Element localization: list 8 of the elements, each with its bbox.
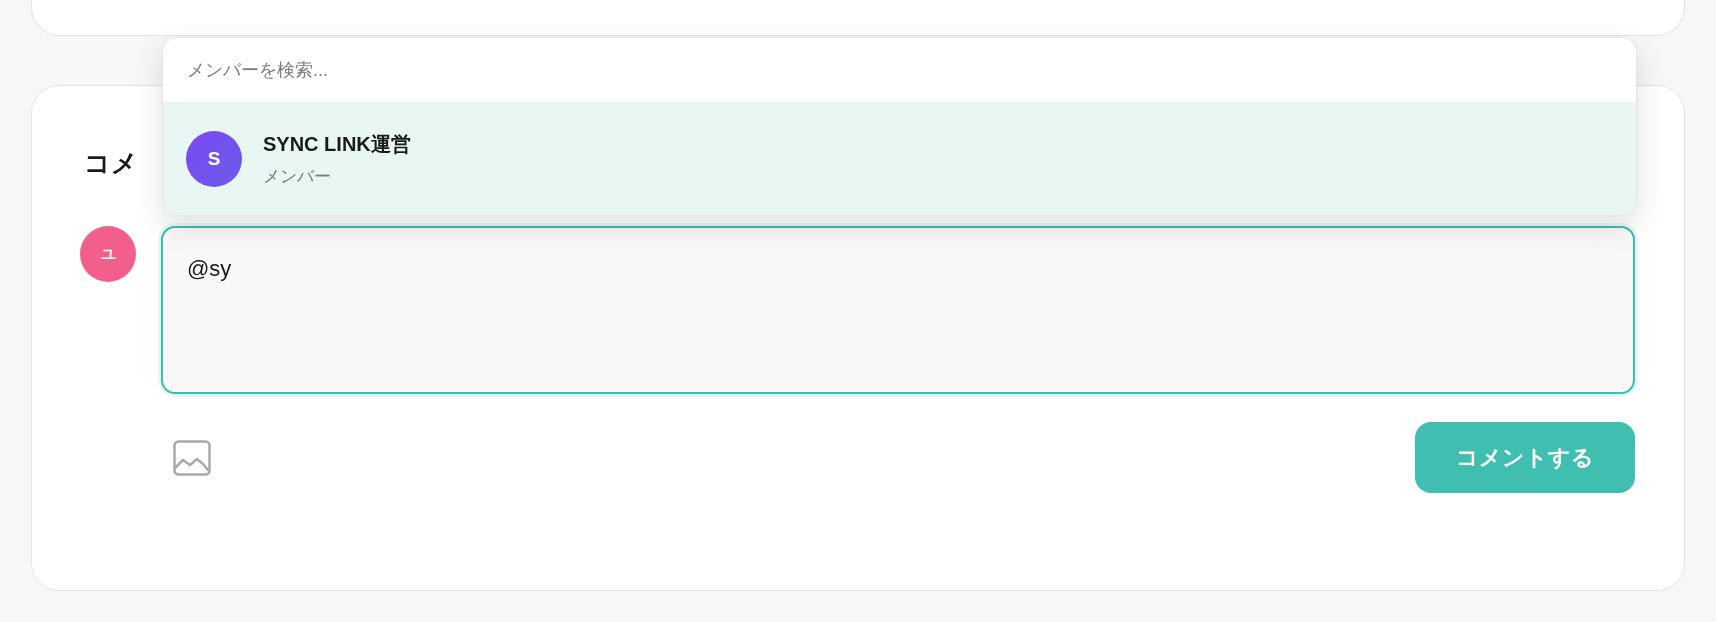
member-option[interactable]: S SYNC LINK運営 メンバー [163,103,1636,215]
image-icon[interactable] [173,439,211,476]
user-avatar: ユ [80,226,136,282]
comment-field[interactable]: @sy [161,226,1635,394]
member-role: メンバー [263,165,332,188]
member-name: SYNC LINK運営 [263,131,411,157]
member-avatar: S [186,131,242,187]
section-heading: コメ [83,147,138,179]
